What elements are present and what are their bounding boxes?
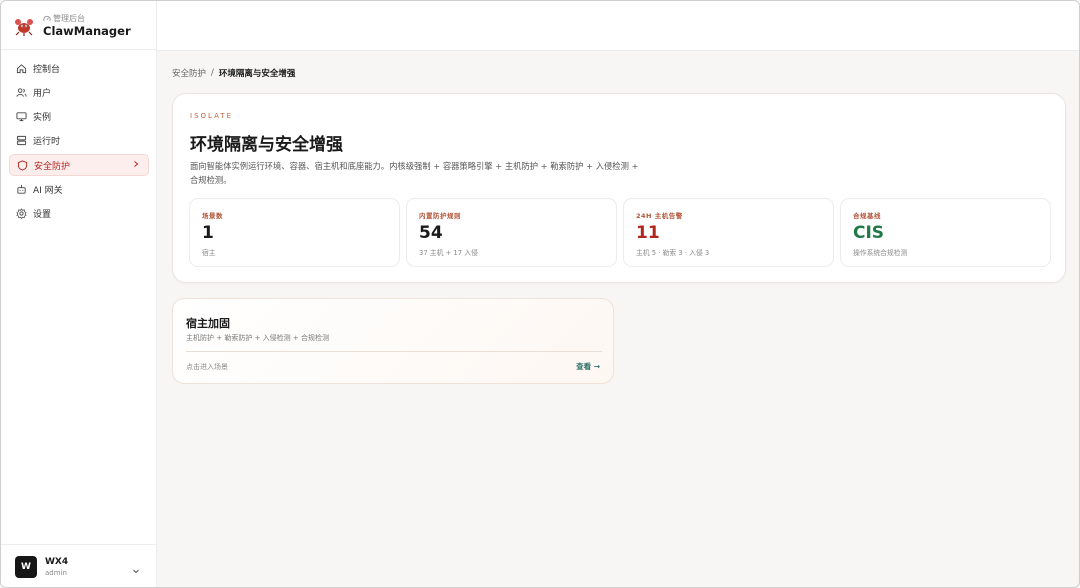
brand-subtitle: 管理后台 bbox=[43, 13, 85, 24]
users-icon bbox=[16, 87, 27, 98]
sidebar-item-label: 用户 bbox=[33, 88, 52, 99]
stat-sub: 宿主 bbox=[202, 249, 216, 257]
stat-value: 54 bbox=[419, 223, 443, 243]
stat-value: CIS bbox=[853, 223, 885, 243]
brand-title: ClawManager bbox=[43, 24, 131, 38]
divider bbox=[1, 544, 156, 545]
gear-icon bbox=[16, 208, 27, 220]
scene-description: 主机防护 + 勒索防护 + 入侵检测 + 合规检测 bbox=[186, 334, 329, 342]
topbar bbox=[157, 1, 1079, 51]
breadcrumb: 安全防护 / 环境隔离与安全增强 bbox=[172, 67, 295, 79]
sidebar-item-label: 实例 bbox=[33, 113, 52, 124]
view-link[interactable]: 查看 → bbox=[576, 361, 600, 372]
sidebar-item-ai-gateway[interactable]: AI 网关 bbox=[9, 178, 149, 200]
sidebar-item-label: 运行时 bbox=[33, 137, 61, 148]
gauge-icon bbox=[43, 15, 51, 21]
page-title: 环境隔离与安全增强 bbox=[190, 135, 343, 155]
stat-label: 合规基线 bbox=[853, 212, 881, 220]
scene-hint: 点击进入场景 bbox=[186, 363, 228, 371]
chevron-right-icon bbox=[132, 160, 140, 171]
chevron-down-icon[interactable] bbox=[131, 561, 141, 574]
breadcrumb-separator: / bbox=[211, 68, 214, 78]
stat-label: 内置防护规则 bbox=[419, 212, 461, 220]
server-icon bbox=[16, 135, 27, 146]
stat-sub: 操作系统合规检测 bbox=[853, 249, 908, 257]
app-window: 管理后台 ClawManager 控制台 用户 实例 运行时 安全防护 AI 网… bbox=[0, 0, 1080, 588]
sidebar-item-settings[interactable]: 设置 bbox=[9, 203, 149, 225]
sidebar-item-label: 控制台 bbox=[33, 64, 61, 75]
sidebar-item-label: 设置 bbox=[33, 210, 52, 221]
hero-card: ISOLATE 环境隔离与安全增强 面向智能体实例运行环境、容器、宿主机和底座能… bbox=[172, 93, 1066, 283]
breadcrumb-parent[interactable]: 安全防护 bbox=[172, 67, 206, 79]
stat-card-rules: 内置防护规则 54 37 主机 + 17 入侵 bbox=[406, 198, 617, 267]
hero-eyebrow: ISOLATE bbox=[190, 112, 234, 120]
sidebar-item-instances[interactable]: 实例 bbox=[9, 106, 149, 128]
home-icon bbox=[16, 63, 27, 74]
stat-card-alerts: 24H 主机告警 11 主机 5 · 勒索 3 · 入侵 3 bbox=[623, 198, 834, 267]
divider bbox=[1, 49, 156, 50]
stat-sub: 37 主机 + 17 入侵 bbox=[419, 249, 478, 257]
scene-title: 宿主加固 bbox=[186, 317, 230, 330]
sidebar-item-label: 安全防护 bbox=[34, 161, 71, 172]
sidebar: 管理后台 ClawManager 控制台 用户 实例 运行时 安全防护 AI 网… bbox=[1, 1, 157, 587]
stat-sub: 主机 5 · 勒索 3 · 入侵 3 bbox=[636, 249, 710, 257]
avatar: W bbox=[15, 556, 37, 578]
sidebar-item-runtime[interactable]: 运行时 bbox=[9, 130, 149, 152]
bot-icon bbox=[16, 184, 27, 195]
shield-icon bbox=[17, 160, 28, 171]
lobster-logo-icon bbox=[13, 15, 35, 37]
sidebar-item-label: AI 网关 bbox=[33, 185, 63, 196]
sidebar-item-security[interactable]: 安全防护 bbox=[9, 154, 149, 177]
sidebar-item-dashboard[interactable]: 控制台 bbox=[9, 57, 149, 79]
stat-value: 1 bbox=[202, 223, 214, 243]
brand-subtitle-text: 管理后台 bbox=[53, 14, 85, 23]
divider bbox=[186, 351, 602, 352]
stat-value: 11 bbox=[636, 223, 660, 243]
user-name: WX4 bbox=[45, 557, 69, 567]
sidebar-item-users[interactable]: 用户 bbox=[9, 81, 149, 103]
stat-card-compliance: 合规基线 CIS 操作系统合规检测 bbox=[840, 198, 1051, 267]
sidebar-nav: 控制台 用户 实例 运行时 安全防护 AI 网关 设置 bbox=[9, 57, 149, 227]
stat-card-scenes: 场景数 1 宿主 bbox=[189, 198, 400, 267]
brand[interactable]: 管理后台 ClawManager bbox=[13, 11, 153, 41]
stat-label: 场景数 bbox=[202, 212, 223, 220]
scene-card-host-hardening[interactable]: 宿主加固 主机防护 + 勒索防护 + 入侵检测 + 合规检测 点击进入场景 查看… bbox=[172, 298, 614, 384]
hero-description: 面向智能体实例运行环境、容器、宿主机和底座能力。内核级强制 + 容器策略引擎 +… bbox=[190, 161, 639, 185]
stat-label: 24H 主机告警 bbox=[636, 212, 683, 220]
breadcrumb-current: 环境隔离与安全增强 bbox=[218, 69, 296, 79]
monitor-icon bbox=[16, 111, 27, 122]
user-role: admin bbox=[45, 569, 67, 577]
user-menu[interactable]: W WX4 admin bbox=[15, 556, 145, 578]
